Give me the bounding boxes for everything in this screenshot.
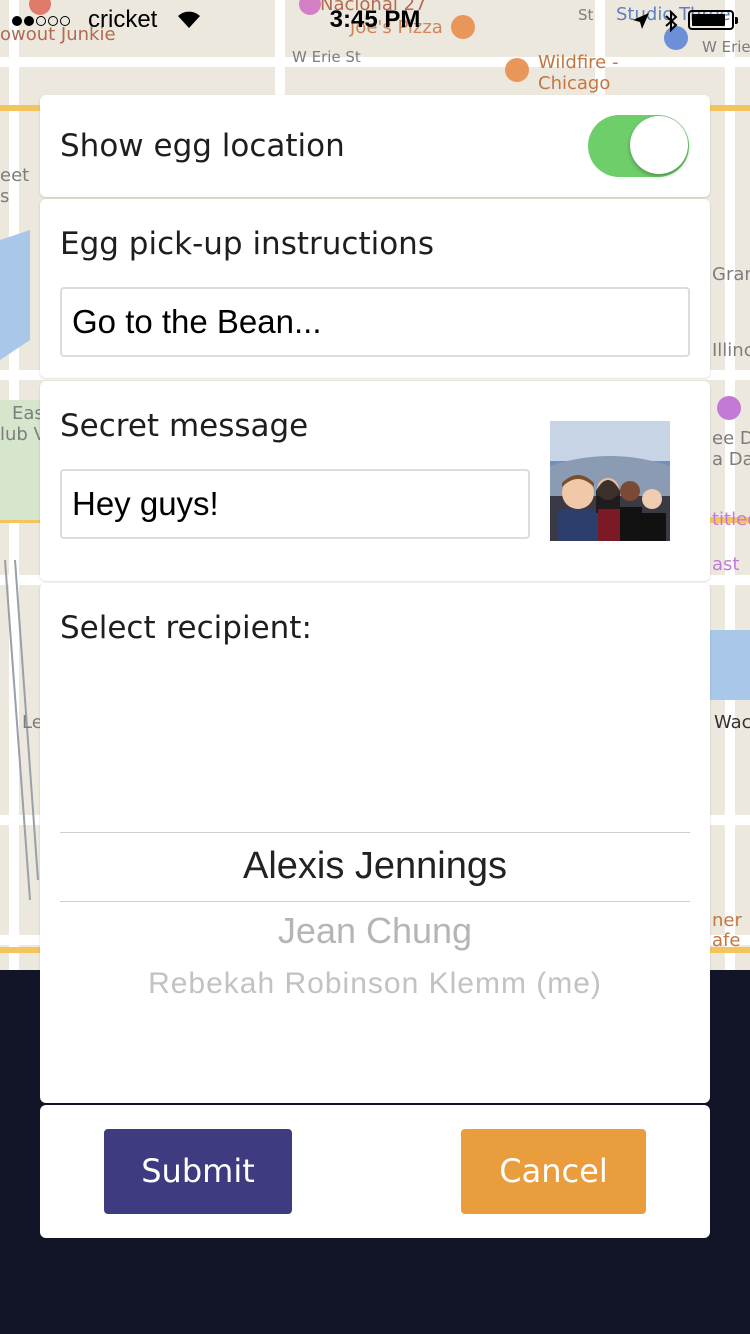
map-label: afe [712, 930, 741, 951]
recipient-card: Select recipient: Alexis Jennings Jean C… [40, 583, 710, 1103]
map-label: Illinc [712, 340, 750, 361]
restaurant-pin-icon [505, 58, 529, 82]
secret-message-value: Hey guys! [72, 485, 219, 522]
map-label: Eas [12, 403, 44, 424]
instructions-input[interactable]: Go to the Bean... [60, 287, 690, 357]
map-label: Gran [712, 264, 750, 285]
instructions-value: Go to the Bean... [72, 303, 322, 340]
toggle-knob [630, 116, 688, 174]
map-label: ast [712, 554, 740, 575]
map-label: W Erie St [292, 48, 361, 66]
show-location-label: Show egg location [60, 128, 345, 164]
picker-option[interactable]: Jean Chung [40, 910, 710, 952]
map-label: Chicago [538, 73, 611, 94]
bluetooth-icon [665, 10, 678, 32]
bar-pin-icon [717, 396, 741, 420]
secret-message-card: Secret message Hey guys! [40, 381, 710, 581]
instructions-card: Egg pick-up instructions Go to the Bean.… [40, 199, 710, 378]
actions-card: Submit Cancel [40, 1105, 710, 1238]
recipient-label: Select recipient: [60, 610, 312, 646]
location-arrow-icon [633, 13, 649, 29]
submit-button[interactable]: Submit [104, 1129, 292, 1214]
map-label: s [0, 186, 10, 207]
map-label: titled [712, 509, 750, 530]
picker-option-selected[interactable]: Alexis Jennings [40, 845, 710, 888]
map-label: W Erie [702, 38, 750, 56]
map-label: a Da [712, 449, 750, 470]
map-label: eet [0, 165, 30, 186]
secret-message-input[interactable]: Hey guys! [60, 469, 530, 539]
photo-image [550, 421, 670, 541]
map-label: lub V [0, 424, 46, 445]
secret-message-label: Secret message [60, 408, 309, 444]
show-location-card: Show egg location [40, 95, 710, 197]
picker-option[interactable]: Rebekah Robinson Klemm (me) [40, 967, 710, 1001]
map-label: ner [712, 910, 742, 931]
status-bar: cricket 3:45 PM [0, 0, 750, 40]
map-label: ee D [712, 428, 750, 449]
map-label: Wildfire - [538, 52, 619, 73]
picker-bottom-divider [60, 901, 690, 902]
battery-icon [688, 10, 738, 30]
cancel-button[interactable]: Cancel [461, 1129, 646, 1214]
instructions-label: Egg pick-up instructions [60, 226, 434, 262]
selfie-photo[interactable] [550, 421, 670, 541]
map-label: Wac [714, 712, 750, 733]
show-location-toggle[interactable] [588, 115, 689, 177]
picker-top-divider [60, 832, 690, 833]
